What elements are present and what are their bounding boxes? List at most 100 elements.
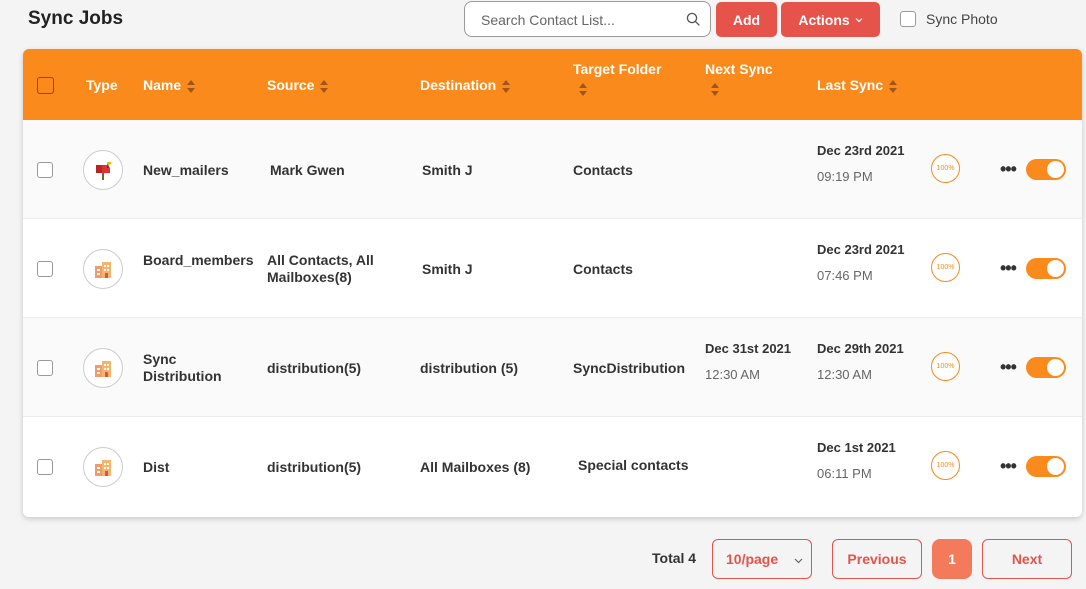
- job-name[interactable]: New_mailers: [143, 162, 249, 179]
- column-header-label: Next Sync: [705, 61, 773, 77]
- sync-photo-option[interactable]: Sync Photo: [900, 11, 998, 27]
- sort-icon[interactable]: [502, 79, 511, 93]
- toggle-knob: [1047, 260, 1064, 277]
- enable-toggle[interactable]: [1026, 159, 1066, 180]
- row-checkbox[interactable]: [37, 261, 53, 277]
- toggle-knob: [1047, 458, 1064, 475]
- building-icon: [83, 249, 123, 289]
- job-name[interactable]: Board_members: [143, 252, 254, 269]
- last-sync-time: 12:30 AM: [817, 367, 872, 382]
- page-title: Sync Jobs: [28, 8, 124, 29]
- last-sync-date: Dec 23rd 2021: [817, 143, 905, 158]
- actions-label: Actions: [798, 11, 850, 28]
- search-box[interactable]: [464, 1, 711, 37]
- building-icon: [83, 348, 123, 388]
- more-options-icon[interactable]: •••: [1000, 457, 1017, 475]
- progress-indicator: 100%: [931, 253, 960, 282]
- sort-icon[interactable]: [711, 83, 719, 96]
- progress-indicator: 100%: [931, 154, 960, 183]
- job-destination: Smith J: [422, 162, 473, 178]
- sync-photo-label: Sync Photo: [926, 11, 998, 27]
- job-destination: distribution (5): [420, 360, 518, 376]
- last-sync-date: Dec 1st 2021: [817, 440, 896, 455]
- building-icon: [83, 447, 123, 487]
- sort-icon[interactable]: [187, 79, 196, 93]
- column-header-source[interactable]: Source: [267, 77, 329, 93]
- table-header: Type Name Source Destination Target Fold…: [23, 49, 1082, 120]
- enable-toggle[interactable]: [1026, 357, 1066, 378]
- job-name[interactable]: Dist: [143, 459, 249, 476]
- sort-icon[interactable]: [889, 79, 898, 93]
- column-header-label: Source: [267, 77, 315, 93]
- toggle-knob: [1047, 359, 1064, 376]
- job-target-folder: Contacts: [573, 162, 633, 178]
- job-source: distribution(5): [267, 360, 362, 376]
- search-icon[interactable]: [686, 12, 700, 26]
- progress-indicator: 100%: [931, 352, 960, 381]
- job-last-sync: Dec 29th 2021 12:30 AM: [817, 341, 917, 382]
- more-options-icon[interactable]: •••: [1000, 160, 1017, 178]
- next-sync-date: Dec 31st 2021: [705, 341, 792, 356]
- column-header-label: Last Sync: [817, 77, 884, 93]
- search-input[interactable]: [481, 10, 681, 30]
- add-button[interactable]: Add: [716, 2, 777, 37]
- page-number-button[interactable]: 1: [932, 539, 972, 579]
- column-header-target-folder[interactable]: Target Folder: [573, 61, 661, 96]
- job-source: All Contacts, All Mailboxes(8): [267, 252, 374, 285]
- column-header-label: Destination: [420, 77, 497, 93]
- column-header-next-sync[interactable]: Next Sync: [705, 61, 773, 96]
- last-sync-time: 07:46 PM: [817, 268, 873, 283]
- toggle-knob: [1047, 161, 1064, 178]
- table-row[interactable]: New_mailers Mark Gwen Smith J Contacts D…: [23, 120, 1082, 219]
- column-header-label: Name: [143, 77, 182, 93]
- job-target-folder: Special contacts: [578, 457, 689, 473]
- column-header-destination[interactable]: Destination: [420, 77, 511, 93]
- chevron-down-icon: [794, 558, 803, 564]
- last-sync-time: 09:19 PM: [817, 169, 873, 184]
- sync-photo-checkbox[interactable]: [900, 11, 916, 27]
- enable-toggle[interactable]: [1026, 258, 1066, 279]
- last-sync-date: Dec 23rd 2021: [817, 242, 905, 257]
- sort-icon[interactable]: [320, 79, 329, 93]
- column-header-type: Type: [86, 77, 118, 93]
- next-sync-time: 12:30 AM: [705, 367, 760, 382]
- job-destination: Smith J: [422, 261, 473, 277]
- job-next-sync: [705, 242, 815, 253]
- row-checkbox[interactable]: [37, 162, 53, 178]
- sort-icon[interactable]: [579, 83, 587, 96]
- mailbox-icon: [83, 150, 123, 190]
- job-name[interactable]: Sync Distribution: [143, 351, 249, 385]
- job-last-sync: Dec 23rd 2021 09:19 PM: [817, 143, 917, 184]
- column-header-label: Target Folder: [573, 61, 662, 77]
- last-sync-date: Dec 29th 2021: [817, 341, 904, 356]
- pagination-total: Total 4: [652, 550, 697, 566]
- select-all-checkbox[interactable]: [37, 77, 54, 94]
- page-size-select[interactable]: 10/page: [712, 539, 812, 579]
- column-header-last-sync[interactable]: Last Sync: [817, 77, 898, 93]
- job-next-sync: [705, 143, 815, 154]
- job-last-sync: Dec 1st 2021 06:11 PM: [817, 440, 917, 481]
- page-size-value: 10/page: [726, 551, 779, 567]
- more-options-icon[interactable]: •••: [1000, 259, 1017, 277]
- job-target-folder: SyncDistribution: [573, 360, 686, 376]
- row-checkbox[interactable]: [37, 459, 53, 475]
- next-page-button[interactable]: Next: [982, 539, 1072, 579]
- job-destination: All Mailboxes (8): [420, 459, 531, 475]
- job-next-sync: Dec 31st 2021 12:30 AM: [705, 341, 815, 382]
- column-header-name[interactable]: Name: [143, 77, 196, 93]
- enable-toggle[interactable]: [1026, 456, 1066, 477]
- job-next-sync: [705, 440, 815, 451]
- row-checkbox[interactable]: [37, 360, 53, 376]
- more-options-icon[interactable]: •••: [1000, 358, 1017, 376]
- job-source: Mark Gwen: [270, 162, 345, 178]
- job-source: distribution(5): [267, 459, 362, 475]
- actions-dropdown-button[interactable]: Actions: [781, 2, 880, 37]
- sync-jobs-table: Type Name Source Destination Target Fold…: [23, 49, 1082, 517]
- table-row[interactable]: Dist distribution(5) All Mailboxes (8) S…: [23, 417, 1082, 516]
- progress-indicator: 100%: [931, 451, 960, 480]
- table-row[interactable]: Sync Distribution distribution(5) distri…: [23, 318, 1082, 417]
- job-target-folder: Contacts: [573, 261, 633, 277]
- table-row[interactable]: Board_members All Contacts, All Mailboxe…: [23, 219, 1082, 318]
- last-sync-time: 06:11 PM: [817, 466, 872, 481]
- previous-page-button[interactable]: Previous: [832, 539, 922, 579]
